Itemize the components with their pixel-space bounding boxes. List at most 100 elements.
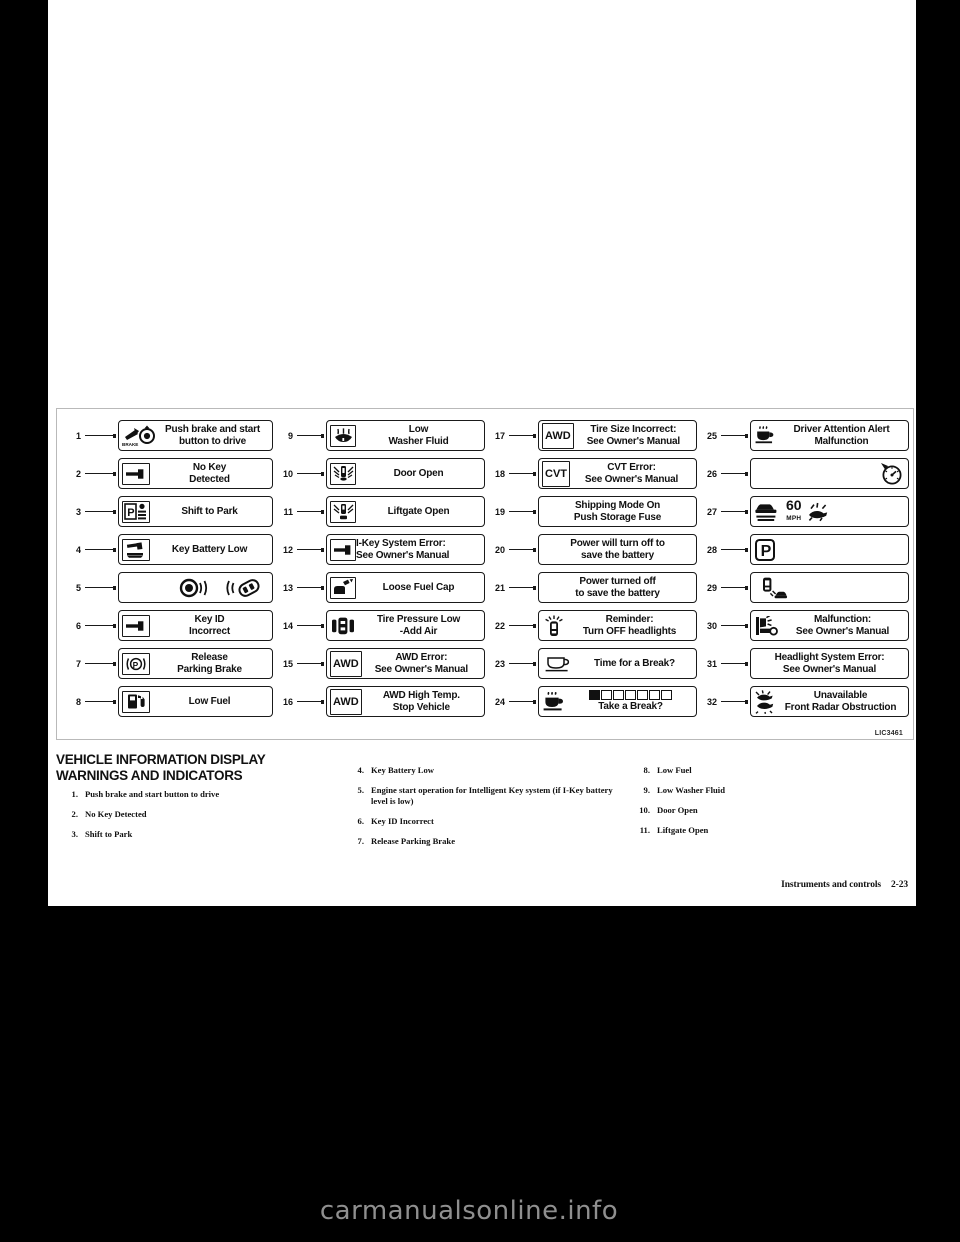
figure-item-11: 11 Liftgate Open xyxy=(273,495,485,528)
awd-box-icon: AWD xyxy=(542,422,574,449)
display-message: Door Open xyxy=(326,458,485,489)
awd-box-icon: AWD xyxy=(330,650,362,677)
list-item: 4. Key Battery Low xyxy=(342,765,614,776)
display-message: No Key Detected xyxy=(118,458,273,489)
item-number: 20 xyxy=(494,544,505,555)
item-number: 29 xyxy=(706,582,717,593)
display-label: Tire Pressure Low -Add Air xyxy=(376,614,461,637)
liftgate-open-icon xyxy=(330,500,356,523)
display-label: Unavailable Front Radar Obstruction xyxy=(784,690,897,713)
item-number: 21 xyxy=(494,582,505,593)
figure-item-14: 14 Tire Pressure Low -Add Air xyxy=(273,609,485,642)
leader-line xyxy=(721,623,748,628)
leader-line xyxy=(721,547,748,552)
item-number: 23 xyxy=(494,658,505,669)
display-message: AWD Tire Size Incorrect: See Owner's Man… xyxy=(538,420,697,451)
svg-text:P: P xyxy=(127,507,134,519)
item-number: 17 xyxy=(494,430,505,441)
leader-line xyxy=(297,699,324,704)
list-item: 3. Shift to Park xyxy=(56,829,328,840)
leader-line xyxy=(509,699,536,704)
display-label: Push brake and start button to drive xyxy=(165,424,260,447)
item-number: 9. xyxy=(643,785,650,795)
leader-line xyxy=(297,433,324,438)
display-label: Reminder: Turn OFF headlights xyxy=(582,614,677,637)
display-message xyxy=(118,572,273,603)
leader-line xyxy=(721,661,748,666)
leader-line xyxy=(509,433,536,438)
display-label: CVT Error: See Owner's Manual xyxy=(584,462,679,485)
start-button-and-key-fob-icon xyxy=(173,575,269,601)
speed-limit-60-mph-icon: 60 MPH xyxy=(754,498,831,525)
display-message: CVT CVT Error: See Owner's Manual xyxy=(538,458,697,489)
display-label: Time for a Break? xyxy=(594,657,675,669)
key-battery-icon xyxy=(122,538,150,561)
item-number: 28 xyxy=(706,544,717,555)
leader-line xyxy=(721,585,748,590)
list-item: 7. Release Parking Brake xyxy=(342,836,614,847)
display-label: Tire Size Incorrect: See Owner's Manual xyxy=(586,424,680,447)
list-item: 2. No Key Detected xyxy=(56,809,328,820)
display-message: Unavailable Front Radar Obstruction xyxy=(750,686,909,717)
display-label: Power will turn off to save the battery xyxy=(570,538,665,561)
item-number: 24 xyxy=(494,696,505,707)
shift-to-park-icon: P xyxy=(122,500,150,523)
figure-column-2: 9 Low Washer Fluid 10 Door Open 11 Liftg… xyxy=(273,419,485,733)
figure-item-28: 28 P xyxy=(697,533,909,566)
leader-line xyxy=(509,661,536,666)
page-title: VEHICLE INFORMATION DISPLAY WARNINGS AND… xyxy=(56,752,266,783)
figure-item-7: 7 P Release Parking Brake xyxy=(61,647,273,680)
leader-line xyxy=(509,585,536,590)
list-item: 6. Key ID Incorrect xyxy=(342,816,614,827)
item-text: Key Battery Low xyxy=(371,765,435,775)
leader-line xyxy=(85,585,116,590)
display-message: BRAKE Push brake and start button to dri… xyxy=(118,420,273,451)
page-footer: Instruments and controls 2-23 xyxy=(781,880,908,890)
fuel-cap-icon xyxy=(330,576,356,599)
display-label: No Key Detected xyxy=(189,462,230,485)
display-message: 60 MPH xyxy=(750,496,909,527)
column-spacer xyxy=(628,752,900,765)
display-label: Shift to Park xyxy=(181,505,238,517)
item-number: 7 xyxy=(75,658,81,669)
leader-line xyxy=(85,471,116,476)
item-text: Low Fuel xyxy=(657,765,692,775)
speedometer-icon xyxy=(875,461,905,487)
text-column-1: VEHICLE INFORMATION DISPLAY WARNINGS AND… xyxy=(56,752,342,902)
figure-item-22: 22 Reminder: Turn OFF headlights xyxy=(485,609,697,642)
leader-line xyxy=(297,623,324,628)
display-label: Key Battery Low xyxy=(171,543,248,555)
figure-column-1: 1 BRAKE Push brake and start button to d… xyxy=(61,419,273,733)
item-number: 1 xyxy=(75,430,81,441)
leader-line xyxy=(721,471,748,476)
item-number: 31 xyxy=(706,658,717,669)
display-label: Power turned off to save the battery xyxy=(575,576,660,599)
leader-line xyxy=(85,433,116,438)
figure-item-25: 25 Driver Attention Alert Malfunction xyxy=(697,419,909,452)
item-text: Push brake and start button to drive xyxy=(85,789,220,799)
display-label: Low Fuel xyxy=(188,695,231,707)
leader-line xyxy=(297,509,324,514)
display-message: Liftgate Open xyxy=(326,496,485,527)
item-number: 14 xyxy=(282,620,293,631)
break-progress-bar xyxy=(589,690,672,701)
display-label: Take a Break? xyxy=(598,701,663,713)
leader-line xyxy=(509,623,536,628)
list-item: 10. Door Open xyxy=(628,805,900,816)
figure-item-19: 19 Shipping Mode On Push Storage Fuse xyxy=(485,495,697,528)
display-label: Shipping Mode On Push Storage Fuse xyxy=(573,500,662,523)
figure-item-17: 17 AWD Tire Size Incorrect: See Owner's … xyxy=(485,419,697,452)
item-number: 4. xyxy=(357,765,364,775)
list-item: 9. Low Washer Fluid xyxy=(628,785,900,796)
item-number: 5. xyxy=(357,785,364,795)
display-label: Loose Fuel Cap xyxy=(382,581,455,593)
display-label: Low Washer Fluid xyxy=(388,424,449,447)
park-p-icon: P xyxy=(754,537,776,563)
leader-line xyxy=(297,585,324,590)
figure-item-23: 23 Time for a Break? xyxy=(485,647,697,680)
display-message: P Release Parking Brake xyxy=(118,648,273,679)
list-column-2: 4. Key Battery Low 5. Engine start opera… xyxy=(342,765,614,847)
display-message xyxy=(750,458,909,489)
item-number: 11. xyxy=(639,825,650,835)
tire-pressure-icon xyxy=(330,613,356,639)
